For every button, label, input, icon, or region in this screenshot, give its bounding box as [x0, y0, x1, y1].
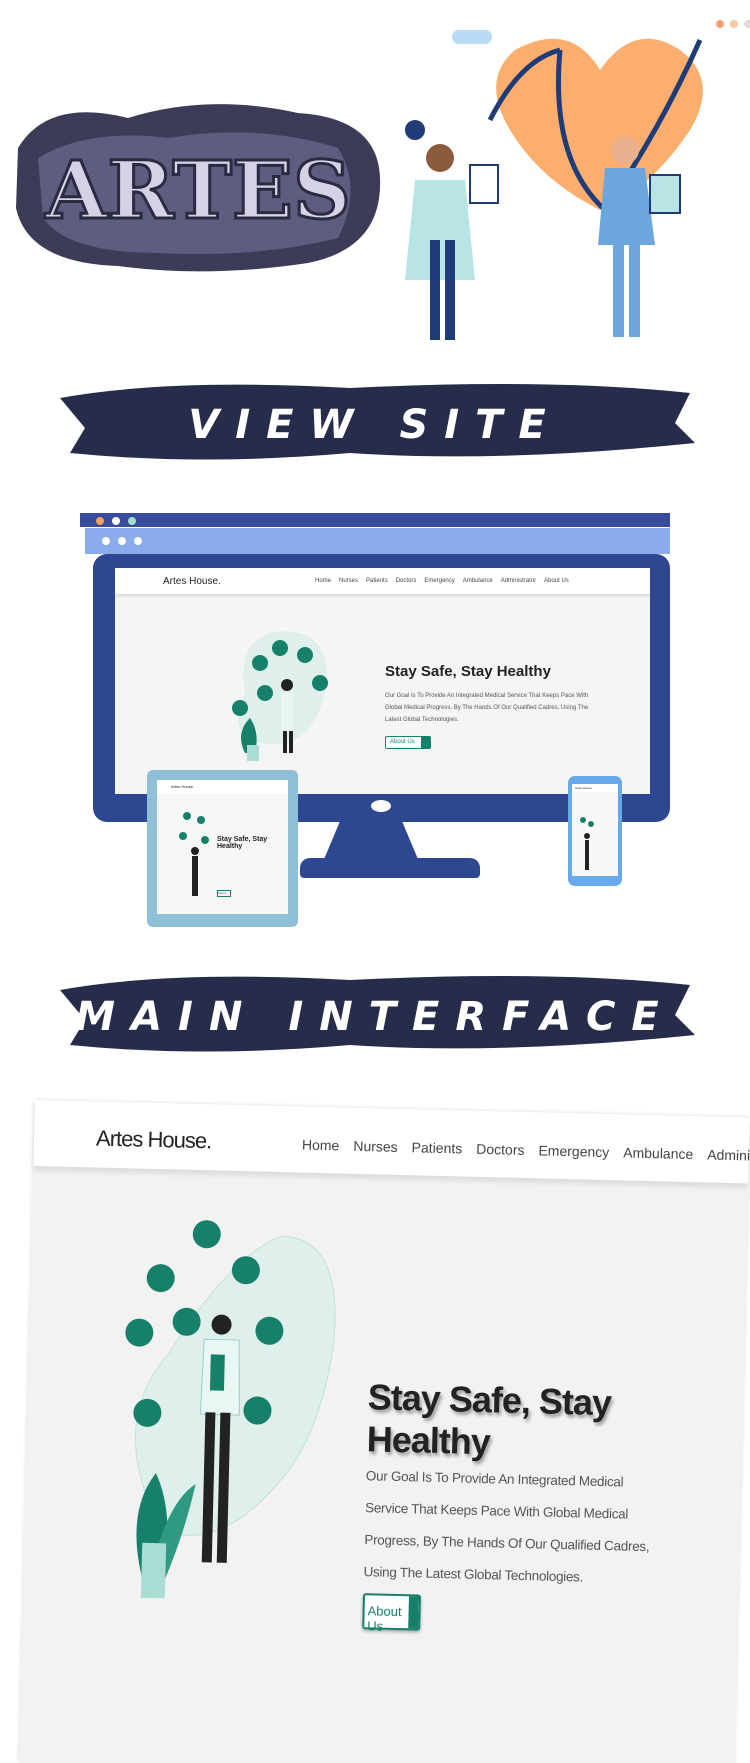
doctor-medical-icons-illustration	[232, 631, 328, 761]
view-site-banner[interactable]: VIEW SITE	[50, 368, 700, 478]
main-interface-label: MAIN INTERFACE	[75, 994, 675, 1040]
screen-brand[interactable]: Artes House.	[163, 576, 221, 587]
tablet-headline: Stay Safe, Stay Healthy	[217, 836, 268, 850]
doctors-heart-stethoscope-illustration	[405, 20, 750, 340]
main-interface-page: Artes House. Home Nurses Patients Doctor…	[18, 1100, 750, 1763]
nav-link-home[interactable]: Home	[315, 578, 331, 584]
nav-link-patients[interactable]: Patients	[366, 578, 388, 584]
nav-link-nurses[interactable]: Nurses	[353, 1138, 398, 1171]
window-dot-icon	[118, 537, 126, 545]
nav-link-ambulance[interactable]: Ambulance	[463, 578, 493, 584]
tablet-screen: Artes House. Stay Safe, Stay Healthy Abo…	[157, 780, 288, 914]
phone-screen: Artes House.	[572, 784, 618, 876]
main-interface-banner: MAIN INTERFACE	[50, 960, 700, 1070]
nav-link-emergency[interactable]: Emergency	[538, 1142, 609, 1176]
window-dot-icon	[102, 537, 110, 545]
view-site-label: VIEW SITE	[188, 402, 562, 448]
screen-body-text: Our Goal Is To Provide An Integrated Med…	[385, 693, 589, 723]
phone-device[interactable]: Artes House.	[568, 776, 622, 886]
logo-text: ARTES	[44, 143, 350, 237]
browser-window-bar	[80, 513, 670, 527]
screen-navbar: Artes House. Home Nurses Patients Doctor…	[115, 568, 650, 594]
tablet-cta[interactable]: About Us	[217, 890, 231, 897]
monitor-power-light	[371, 800, 391, 812]
browser-tab-bar	[85, 528, 670, 554]
nav-link-emergency[interactable]: Emergency	[424, 578, 454, 584]
monitor-screen[interactable]: Artes House. Home Nurses Patients Doctor…	[115, 568, 650, 794]
site-brand[interactable]: Artes House.	[96, 1126, 212, 1155]
navbar: Artes House. Home Nurses Patients Doctor…	[33, 1100, 750, 1184]
nav-links: Home Nurses Patients Doctors Emergency A…	[301, 1137, 750, 1182]
nav-link-doctors[interactable]: Doctors	[396, 578, 417, 584]
nav-link-administrator[interactable]: Administrator	[501, 578, 536, 584]
screen-nav-links: Home Nurses Patients Doctors Emergency A…	[315, 578, 569, 584]
hero-section: ARTES	[0, 0, 750, 345]
nav-link-nurses[interactable]: Nurses	[339, 578, 358, 584]
tablet-brand: Artes House.	[157, 780, 288, 794]
tablet-illustration	[179, 812, 209, 896]
window-dot-icon	[112, 517, 120, 525]
nav-link-home[interactable]: Home	[301, 1137, 340, 1170]
monitor-base	[300, 858, 480, 878]
artes-logo-icon: ARTES	[16, 104, 381, 272]
window-dot-icon	[128, 517, 136, 525]
headline: Stay Safe, Stay Healthy	[366, 1376, 612, 1463]
nav-link-ambulance[interactable]: Ambulance	[623, 1144, 693, 1178]
window-dot-icon	[96, 517, 104, 525]
screen-about-us-button[interactable]: About Us	[385, 736, 431, 749]
tablet-device[interactable]: Artes House. Stay Safe, Stay Healthy Abo…	[147, 770, 298, 927]
nav-link-patients[interactable]: Patients	[411, 1139, 462, 1172]
phone-brand: Artes House.	[572, 784, 618, 792]
window-dot-icon	[134, 537, 142, 545]
screen-headline: Stay Safe, Stay Healthy	[385, 663, 551, 680]
phone-illustration	[580, 817, 594, 870]
doctor-medical-icons-illustration	[125, 1220, 336, 1599]
about-us-button[interactable]: About Us	[362, 1593, 422, 1634]
nav-link-doctors[interactable]: Doctors	[476, 1141, 525, 1174]
nav-link-about[interactable]: About Us	[544, 578, 569, 584]
body-text: Our Goal Is To Provide An Integrated Med…	[363, 1468, 650, 1585]
nav-link-administrator[interactable]: Administrator	[707, 1146, 750, 1180]
